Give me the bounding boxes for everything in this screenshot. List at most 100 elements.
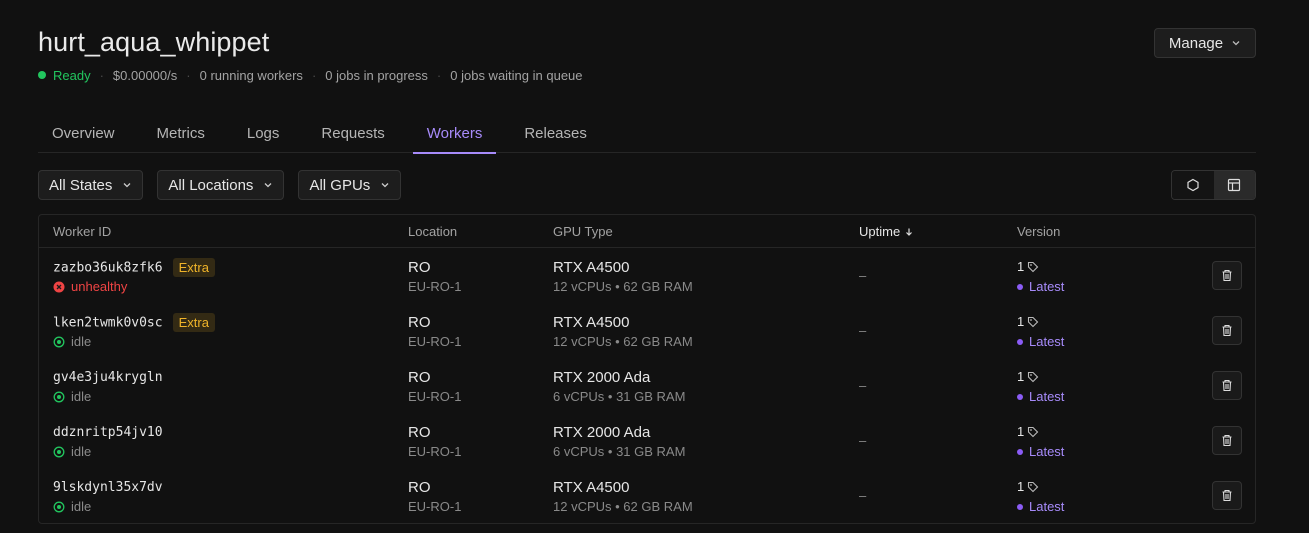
column-header-uptime[interactable]: Uptime bbox=[859, 224, 914, 239]
delete-worker-button[interactable] bbox=[1212, 481, 1242, 510]
worker-id[interactable]: 9lskdynl35x7dv bbox=[53, 480, 163, 495]
delete-worker-button[interactable] bbox=[1212, 316, 1242, 345]
version-tag-label: Latest bbox=[1029, 389, 1065, 404]
workers-table: Worker ID Location GPU Type Uptime Versi… bbox=[38, 214, 1256, 524]
extra-badge: Extra bbox=[172, 258, 215, 277]
tab-releases[interactable]: Releases bbox=[510, 113, 601, 153]
tab-bar: Overview Metrics Logs Requests Workers R… bbox=[38, 113, 1256, 154]
trash-icon bbox=[1222, 489, 1232, 502]
version-value: 1 bbox=[1017, 479, 1025, 494]
table-row[interactable]: gv4e3ju4krygln idle RO EU-RO-1 RTX 2000 Ada 6… bbox=[39, 358, 1255, 413]
locations-filter-label: All Locations bbox=[168, 176, 254, 194]
gpu-type: RTX A4500 bbox=[553, 479, 630, 496]
x-circle-icon bbox=[53, 281, 65, 292]
separator: · bbox=[311, 67, 317, 83]
gpu-specs: 6 vCPUs • 31 GB RAM bbox=[553, 389, 686, 404]
tab-logs[interactable]: Logs bbox=[233, 113, 294, 153]
location-code: RO bbox=[408, 424, 431, 441]
table-row[interactable]: zazbo36uk8zfk6 Extra unhealthy RO EU-RO-1 RTX… bbox=[39, 248, 1255, 303]
gpu-type: RTX 2000 Ada bbox=[553, 424, 651, 441]
location-region: EU-RO-1 bbox=[408, 444, 462, 459]
worker-id-cell: gv4e3ju4krygln bbox=[53, 368, 163, 386]
gpu-specs: 12 vCPUs • 62 GB RAM bbox=[553, 334, 693, 349]
location-code: RO bbox=[408, 369, 431, 386]
column-header-worker-id[interactable]: Worker ID bbox=[53, 224, 111, 239]
version-tag-label: Latest bbox=[1029, 499, 1065, 514]
uptime-header-label: Uptime bbox=[859, 224, 901, 239]
tab-metrics[interactable]: Metrics bbox=[143, 113, 219, 153]
manage-label: Manage bbox=[1168, 34, 1224, 52]
status-line: Ready · $0.00000/s · 0 running workers ·… bbox=[38, 67, 583, 83]
latest-dot-icon bbox=[1017, 503, 1023, 510]
jobs-in-progress-count: 0 jobs in progress bbox=[325, 67, 428, 83]
trash-icon bbox=[1222, 434, 1232, 447]
column-header-location[interactable]: Location bbox=[408, 224, 457, 239]
worker-id[interactable]: gv4e3ju4krygln bbox=[53, 370, 163, 385]
tag-icon bbox=[1028, 426, 1039, 437]
trash-icon bbox=[1222, 379, 1232, 392]
latest-dot-icon bbox=[1017, 338, 1023, 345]
status-dot-icon bbox=[38, 71, 46, 79]
trash-icon bbox=[1222, 269, 1232, 282]
version-value: 1 bbox=[1017, 259, 1025, 274]
worker-id-cell: zazbo36uk8zfk6 Extra bbox=[53, 258, 215, 277]
chevron-down-icon bbox=[381, 183, 389, 188]
grid-view-button[interactable] bbox=[1172, 171, 1214, 199]
separator: · bbox=[99, 67, 104, 83]
cost-rate: $0.00000/s bbox=[112, 67, 178, 83]
chevron-down-icon bbox=[1232, 41, 1240, 46]
column-header-gpu-type[interactable]: GPU Type bbox=[553, 224, 613, 239]
version-value: 1 bbox=[1017, 314, 1025, 329]
worker-state-label: idle bbox=[71, 444, 92, 459]
location-region: EU-RO-1 bbox=[408, 499, 462, 514]
location-region: EU-RO-1 bbox=[408, 389, 462, 404]
column-header-version[interactable]: Version bbox=[1017, 224, 1060, 239]
table-row[interactable]: ddznritp54jv10 idle RO EU-RO-1 RTX 2000 Ada 6… bbox=[39, 413, 1255, 468]
table-header: Worker ID Location GPU Type Uptime Versi… bbox=[39, 215, 1255, 248]
worker-id[interactable]: zazbo36uk8zfk6 bbox=[53, 261, 163, 276]
tag-icon bbox=[1028, 261, 1039, 272]
locations-filter-dropdown[interactable]: All Locations bbox=[157, 170, 285, 200]
version-number: 1 bbox=[1017, 369, 1039, 384]
hexagon-icon bbox=[1187, 178, 1199, 192]
table-row[interactable]: lken2twmk0v0sc Extra idle RO EU-RO-1 RTX A450… bbox=[39, 303, 1255, 358]
delete-worker-button[interactable] bbox=[1212, 371, 1242, 400]
table-row[interactable]: 9lskdynl35x7dv idle RO EU-RO-1 RTX A4500 12 v… bbox=[39, 468, 1255, 523]
uptime-value: – bbox=[859, 378, 867, 393]
dot-circle-icon bbox=[53, 336, 65, 347]
version-number: 1 bbox=[1017, 424, 1039, 439]
page-title: hurt_aqua_whippet bbox=[38, 27, 270, 57]
version-tag-label: Latest bbox=[1029, 334, 1065, 349]
version-number: 1 bbox=[1017, 314, 1039, 329]
location-region: EU-RO-1 bbox=[408, 334, 462, 349]
uptime-value: – bbox=[859, 323, 867, 338]
version-tag: Latest bbox=[1017, 279, 1064, 294]
worker-id[interactable]: lken2twmk0v0sc bbox=[53, 316, 163, 331]
worker-state-label: idle bbox=[71, 499, 92, 514]
worker-id-cell: ddznritp54jv10 bbox=[53, 423, 163, 441]
delete-worker-button[interactable] bbox=[1212, 426, 1242, 455]
gpu-specs: 6 vCPUs • 31 GB RAM bbox=[553, 444, 686, 459]
version-tag-label: Latest bbox=[1029, 444, 1065, 459]
version-number: 1 bbox=[1017, 259, 1039, 274]
worker-id-cell: 9lskdynl35x7dv bbox=[53, 478, 163, 496]
location-region: EU-RO-1 bbox=[408, 279, 462, 294]
tab-workers[interactable]: Workers bbox=[412, 113, 497, 154]
table-view-button[interactable] bbox=[1213, 171, 1255, 199]
latest-dot-icon bbox=[1017, 283, 1023, 290]
filter-bar: All States All Locations All GPUs bbox=[38, 170, 402, 200]
worker-state: idle bbox=[53, 334, 91, 349]
states-filter-dropdown[interactable]: All States bbox=[38, 170, 144, 200]
tab-overview[interactable]: Overview bbox=[38, 113, 129, 153]
view-toggle bbox=[1171, 170, 1256, 200]
location-code: RO bbox=[408, 259, 431, 276]
manage-button[interactable]: Manage bbox=[1154, 28, 1256, 58]
arrow-down-icon bbox=[906, 228, 913, 236]
dot-circle-icon bbox=[53, 501, 65, 512]
gpus-filter-dropdown[interactable]: All GPUs bbox=[298, 170, 402, 200]
worker-id[interactable]: ddznritp54jv10 bbox=[53, 425, 163, 440]
tab-requests[interactable]: Requests bbox=[307, 113, 398, 153]
delete-worker-button[interactable] bbox=[1212, 261, 1242, 290]
separator: · bbox=[186, 67, 191, 83]
uptime-value: – bbox=[859, 268, 867, 283]
